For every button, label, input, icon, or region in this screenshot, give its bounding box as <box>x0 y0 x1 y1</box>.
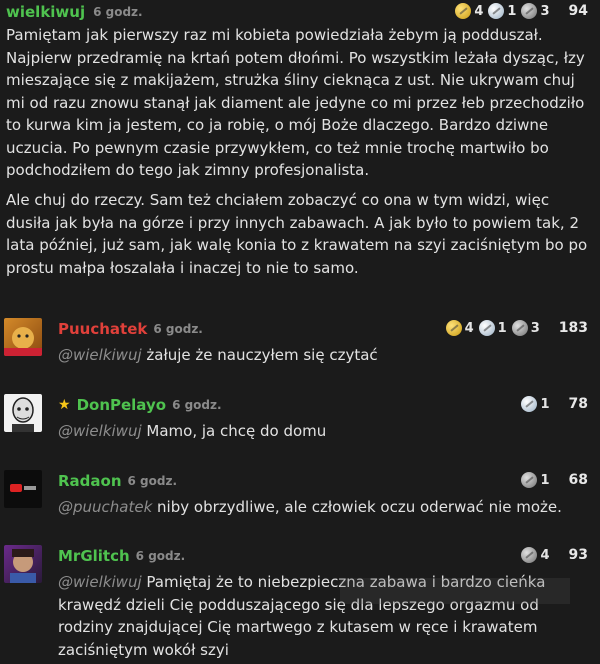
reply-time: 6 godz. <box>153 322 203 336</box>
avatar-image <box>10 484 36 492</box>
grey-award[interactable]: 3 <box>521 3 550 19</box>
grey-count: 3 <box>530 320 540 336</box>
grey-medal-icon <box>521 547 538 563</box>
silver-count: 1 <box>497 320 507 336</box>
grey-count: 1 <box>540 472 550 488</box>
mention-link[interactable]: @wielkiwuj <box>58 422 142 440</box>
reply-author-row: Puuchatek 6 godz. <box>58 320 203 338</box>
avatar-image <box>10 549 36 583</box>
comment-paragraph-2: Ale chuj do rzeczy. Sam też chciałem zob… <box>6 191 592 277</box>
comment-header: wielkiwuj 6 godz. <box>6 2 143 22</box>
reply-score[interactable]: 183 <box>559 320 588 336</box>
grey-award[interactable]: 3 <box>511 320 540 336</box>
reply-author-row: MrGlitch 6 godz. <box>58 547 185 565</box>
mention-link[interactable]: @puuchatek <box>58 498 152 516</box>
watermark-overlay <box>340 578 570 604</box>
star-icon: ★ <box>58 397 71 413</box>
grey-count: 4 <box>540 547 550 563</box>
reply-comment: Puuchatek 6 godz. 4 1 3 183 @wielkiwuj ż… <box>0 318 600 374</box>
reply-text: @wielkiwuj Mamo, ja chcę do domu <box>58 420 588 443</box>
grey-award[interactable]: 4 <box>521 547 550 563</box>
grey-award[interactable]: 1 <box>521 472 550 488</box>
reply-body: niby obrzydliwe, ale człowiek oczu oderw… <box>152 498 562 516</box>
reply-text: @wielkiwuj żałuje że nauczyłem się czyta… <box>58 344 588 367</box>
silver-count: 1 <box>540 396 550 412</box>
mention-link[interactable]: @wielkiwuj <box>58 573 142 591</box>
avatar[interactable] <box>4 545 42 583</box>
gold-award[interactable]: 4 <box>455 3 483 19</box>
gold-medal-icon <box>455 3 472 19</box>
reply-comment: ★ DonPelayo 6 godz. 1 78 @wielkiwuj Mamo… <box>0 394 600 450</box>
gold-medal-icon <box>445 320 462 336</box>
reply-comment: MrGlitch 6 godz. 4 93 @wielkiwuj Pamięta… <box>0 545 600 664</box>
avatar-image <box>12 397 34 432</box>
author-name[interactable]: wielkiwuj <box>6 3 85 21</box>
silver-award[interactable]: 1 <box>478 320 507 336</box>
silver-count: 1 <box>507 3 517 19</box>
reply-score[interactable]: 93 <box>569 547 588 563</box>
author-name[interactable]: MrGlitch <box>58 547 130 565</box>
avatar[interactable] <box>4 470 42 508</box>
reply-time: 6 godz. <box>127 474 178 488</box>
comment-score[interactable]: 94 <box>569 3 588 19</box>
grey-count: 3 <box>540 3 550 19</box>
gold-award[interactable]: 4 <box>445 320 474 336</box>
comment-time: 6 godz. <box>93 5 143 19</box>
reply-text: @puuchatek niby obrzydliwe, ale człowiek… <box>58 496 588 519</box>
silver-medal-icon <box>521 396 538 412</box>
grey-medal-icon <box>511 320 528 336</box>
gold-count: 4 <box>464 320 474 336</box>
silver-medal-icon <box>478 320 495 336</box>
avatar[interactable] <box>4 318 42 356</box>
reply-author-row: ★ DonPelayo 6 godz. <box>58 396 222 414</box>
reply-body: żałuje że nauczyłem się czytać <box>141 346 378 364</box>
author-name[interactable]: DonPelayo <box>77 396 167 414</box>
silver-award[interactable]: 1 <box>488 3 516 19</box>
silver-medal-icon <box>488 3 505 19</box>
avatar-image <box>4 327 42 356</box>
avatar[interactable] <box>4 394 42 432</box>
reply-time: 6 godz. <box>172 398 222 412</box>
awards-row: 4 1 3 94 <box>455 3 588 19</box>
grey-medal-icon <box>521 472 538 488</box>
awards-row: 4 93 <box>521 547 588 563</box>
reply-author-row: Radaon 6 godz. <box>58 472 177 490</box>
awards-row: 4 1 3 183 <box>445 320 588 336</box>
mention-link[interactable]: @wielkiwuj <box>58 346 142 364</box>
comment-paragraph-1: Pamiętam jak pierwszy raz mi kobieta pow… <box>6 26 590 179</box>
silver-award[interactable]: 1 <box>521 396 550 412</box>
author-name[interactable]: Puuchatek <box>58 320 147 338</box>
awards-row: 1 78 <box>521 396 588 412</box>
reply-time: 6 godz. <box>135 549 186 563</box>
gold-count: 4 <box>474 3 484 19</box>
reply-body: Mamo, ja chcę do domu <box>141 422 327 440</box>
author-name[interactable]: Radaon <box>58 472 122 490</box>
reply-comment: Radaon 6 godz. 1 68 @puuchatek niby obrz… <box>0 470 600 526</box>
reply-score[interactable]: 68 <box>569 472 588 488</box>
awards-row: 1 68 <box>521 472 588 488</box>
grey-medal-icon <box>521 3 538 19</box>
reply-score[interactable]: 78 <box>569 396 588 412</box>
